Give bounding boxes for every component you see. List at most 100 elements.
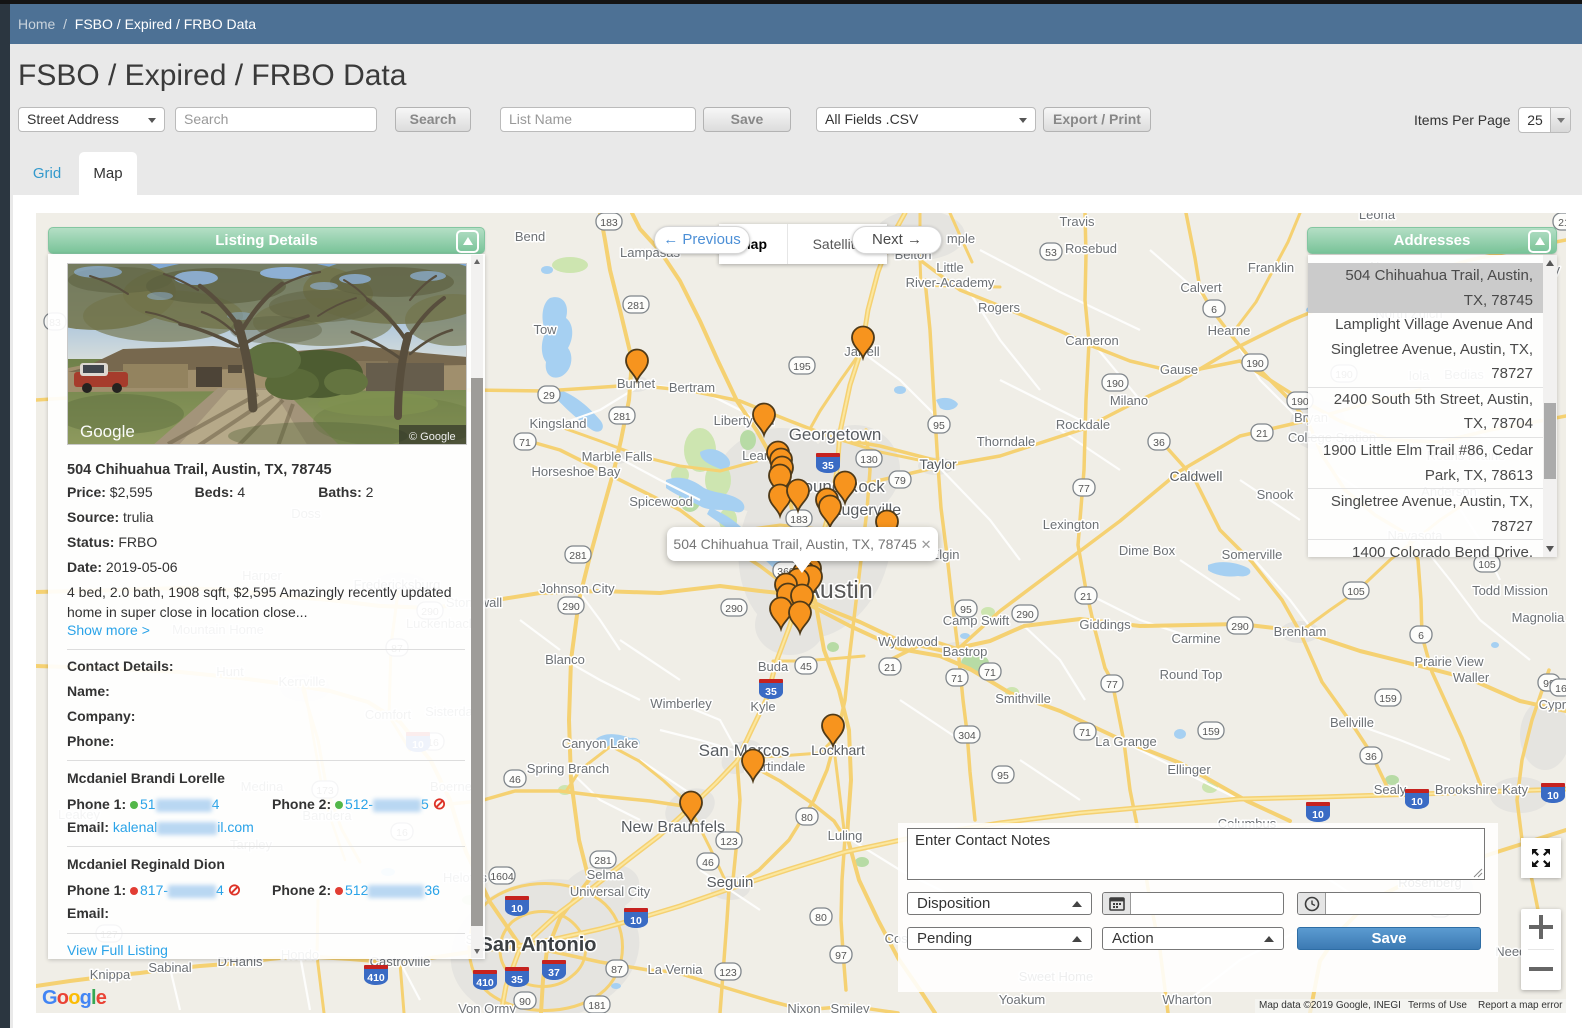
svg-text:La Vernia: La Vernia (648, 962, 704, 977)
svg-text:190: 190 (1106, 378, 1124, 390)
svg-text:Rockdale: Rockdale (1056, 417, 1110, 432)
svg-text:304: 304 (958, 730, 976, 742)
svg-text:Magnolia: Magnolia (1512, 610, 1566, 625)
svg-text:10: 10 (1312, 809, 1324, 821)
svg-text:290: 290 (725, 603, 743, 615)
svg-text:159: 159 (1379, 693, 1397, 705)
svg-text:Prairie View: Prairie View (1414, 654, 1484, 669)
svg-text:Universal City: Universal City (570, 884, 651, 899)
svg-text:77: 77 (1078, 483, 1090, 495)
svg-text:410: 410 (367, 972, 385, 984)
svg-text:Lockhart: Lockhart (811, 742, 865, 758)
svg-text:River-Academy: River-Academy (906, 275, 995, 290)
svg-text:Bellville: Bellville (1330, 715, 1374, 730)
svg-text:Spring Branch: Spring Branch (527, 761, 609, 776)
svg-text:Seguin: Seguin (707, 874, 754, 891)
svg-text:79: 79 (894, 475, 906, 487)
svg-text:Brookshire: Brookshire (1435, 782, 1497, 797)
svg-text:Von Ormy: Von Ormy (458, 1001, 516, 1013)
svg-text:Lexington: Lexington (1043, 517, 1099, 532)
svg-text:Hearne: Hearne (1208, 323, 1251, 338)
svg-text:181: 181 (588, 1000, 606, 1012)
svg-text:Smithville: Smithville (995, 691, 1051, 706)
svg-text:130: 130 (860, 454, 878, 466)
svg-text:Thorndale: Thorndale (977, 434, 1036, 449)
svg-text:Knippa: Knippa (90, 967, 131, 982)
svg-text:123: 123 (719, 967, 737, 979)
svg-text:36: 36 (1365, 751, 1377, 763)
svg-text:New Braunfels: New Braunfels (621, 819, 725, 836)
svg-text:21: 21 (1080, 591, 1092, 603)
svg-text:Nixon: Nixon (787, 1001, 820, 1013)
svg-text:Bertram: Bertram (669, 380, 715, 395)
svg-text:281: 281 (569, 550, 587, 562)
svg-text:Johnson City: Johnson City (539, 581, 615, 596)
svg-text:© Google: © Google (409, 431, 456, 443)
svg-text:159: 159 (1202, 726, 1220, 738)
svg-text:Taylor: Taylor (919, 456, 957, 472)
svg-text:1604: 1604 (490, 871, 514, 883)
svg-text:90: 90 (519, 996, 531, 1008)
svg-text:21: 21 (1256, 428, 1268, 440)
svg-text:10: 10 (511, 903, 523, 915)
svg-text:Wyldwood: Wyldwood (878, 634, 938, 649)
svg-text:71: 71 (1079, 727, 1091, 739)
svg-text:Ellinger: Ellinger (1167, 762, 1211, 777)
svg-text:Kingsland: Kingsland (529, 416, 586, 431)
svg-text:Travis: Travis (1060, 214, 1095, 229)
svg-text:71: 71 (519, 437, 531, 449)
svg-text:87: 87 (611, 964, 623, 976)
svg-text:Somerville: Somerville (1222, 547, 1283, 562)
svg-text:San Antonio: San Antonio (479, 934, 596, 956)
svg-text:Dime Box: Dime Box (1119, 543, 1176, 558)
svg-text:Google: Google (80, 422, 135, 441)
svg-text:36: 36 (1153, 437, 1165, 449)
svg-text:281: 281 (627, 300, 645, 312)
svg-text:Sabinal: Sabinal (148, 960, 191, 975)
svg-text:Cameron: Cameron (1065, 333, 1118, 348)
svg-text:Gause: Gause (1160, 362, 1198, 377)
svg-text:Caldwell: Caldwell (1170, 468, 1223, 484)
svg-text:35: 35 (822, 460, 834, 472)
svg-text:97: 97 (835, 950, 847, 962)
svg-text:10: 10 (1411, 796, 1423, 808)
svg-text:Snook: Snook (1257, 487, 1294, 502)
svg-text:46: 46 (702, 857, 714, 869)
svg-text:Wimberley: Wimberley (650, 696, 712, 711)
svg-text:Bastrop: Bastrop (943, 644, 988, 659)
svg-text:Carmine: Carmine (1171, 631, 1220, 646)
svg-text:Brenham: Brenham (1274, 624, 1327, 639)
svg-text:Kyle: Kyle (750, 699, 775, 714)
svg-text:Marble Falls: Marble Falls (582, 449, 653, 464)
svg-text:Giddings: Giddings (1079, 617, 1131, 632)
svg-text:290: 290 (562, 601, 580, 613)
svg-text:290: 290 (1016, 609, 1034, 621)
svg-text:35: 35 (765, 686, 777, 698)
svg-text:Rogers: Rogers (978, 300, 1020, 315)
svg-text:Rosebud: Rosebud (1065, 241, 1117, 256)
svg-text:Little: Little (936, 260, 963, 275)
svg-text:71: 71 (984, 667, 996, 679)
svg-text:Smiley: Smiley (830, 1001, 870, 1013)
svg-text:21: 21 (1558, 217, 1566, 229)
svg-text:10: 10 (1547, 790, 1559, 802)
svg-text:Canyon Lake: Canyon Lake (562, 736, 639, 751)
svg-text:410: 410 (476, 977, 494, 989)
svg-text:Round Top: Round Top (1160, 667, 1223, 682)
svg-text:183: 183 (600, 217, 618, 229)
svg-text:281: 281 (613, 411, 631, 423)
svg-text:21: 21 (884, 662, 896, 674)
svg-text:35: 35 (511, 974, 523, 986)
svg-text:77: 77 (1106, 679, 1118, 691)
svg-text:80: 80 (815, 912, 827, 924)
svg-text:105: 105 (1478, 559, 1496, 571)
svg-text:Bend: Bend (515, 229, 545, 244)
svg-text:29: 29 (543, 390, 555, 402)
svg-text:Selma: Selma (587, 867, 625, 882)
svg-text:Georgetown: Georgetown (789, 425, 882, 444)
svg-text:195: 195 (793, 361, 811, 373)
svg-text:281: 281 (594, 855, 612, 867)
svg-text:Spicewood: Spicewood (629, 494, 693, 509)
svg-text:45: 45 (800, 661, 812, 673)
svg-text:46: 46 (509, 774, 521, 786)
